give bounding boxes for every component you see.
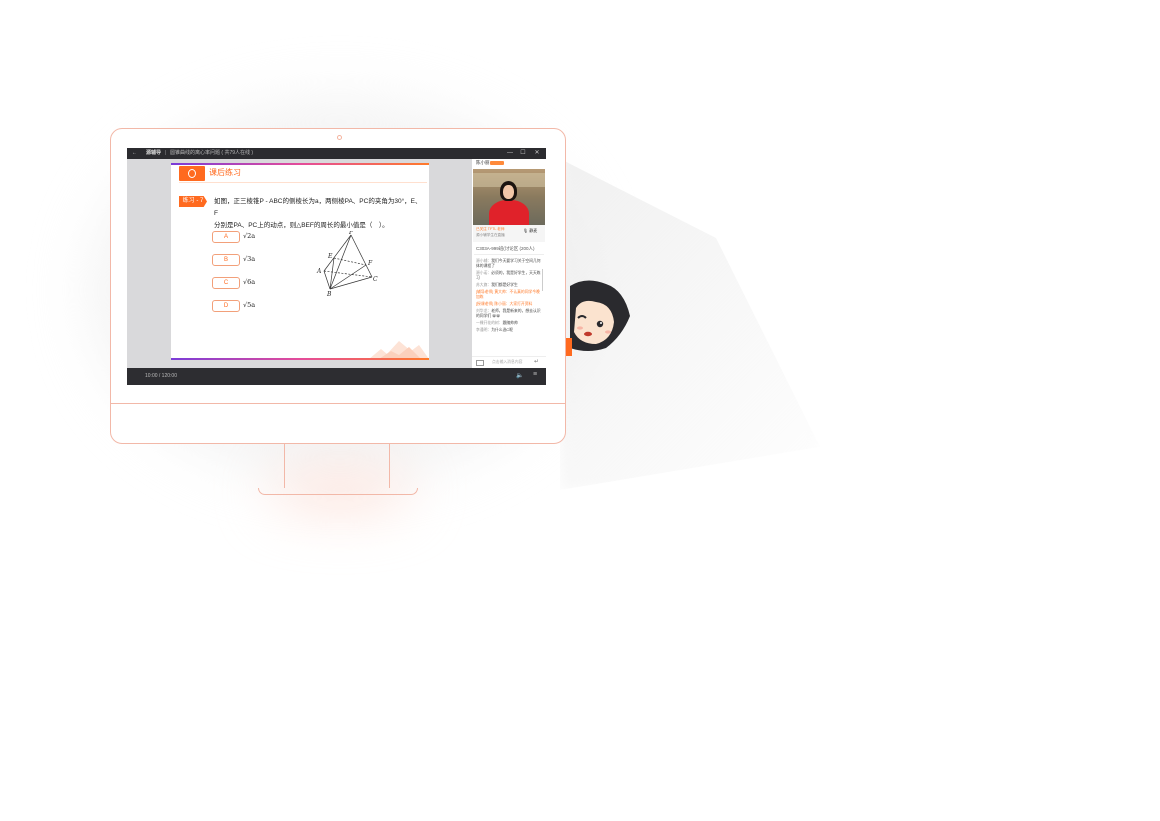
chat-user: [辅导老师] 黄大帅： bbox=[476, 290, 510, 294]
slide-top-accent bbox=[171, 163, 429, 165]
mic-button[interactable]: 🎙 静麦 bbox=[523, 228, 537, 234]
course-logo-icon bbox=[179, 166, 205, 181]
chat-message: 源小辅：我们今天要学习关于空间几何体的课程了 bbox=[476, 259, 542, 269]
label-b: B bbox=[326, 291, 332, 297]
image-icon[interactable] bbox=[476, 360, 484, 366]
slide-bottom-accent bbox=[171, 358, 429, 360]
chat-list: 源小辅：我们今天要学习关于空间几何体的课程了 源小诺：必须的，我是好学生，天天练… bbox=[476, 259, 542, 335]
chat-message: 一棵开花的树：跟随帅帅 bbox=[476, 321, 542, 326]
webcam-icon bbox=[337, 135, 342, 140]
option-d-button[interactable]: D bbox=[212, 300, 240, 312]
chat-input[interactable]: 点击输入消息内容 bbox=[492, 360, 522, 365]
live-sidebar: 陈小丽 已关注 TFTL 老师 源小辅学生在直播 🎙 静麦 C303A-999班… bbox=[472, 159, 546, 368]
chat-text: 跟随帅帅 bbox=[502, 321, 518, 325]
mascot-character bbox=[566, 280, 630, 356]
section-title: 课后练习 bbox=[209, 168, 241, 177]
chat-user: 苏大旗： bbox=[476, 283, 492, 287]
slide: 课后练习 练习 - 7 如图，正三棱锥P - ABC的侧棱长为a，两侧棱PA、P… bbox=[171, 163, 429, 360]
player-controls: 10:00 / 120:00 🔈 ≡ bbox=[127, 368, 546, 385]
monitor-stand-neck bbox=[284, 444, 390, 488]
title-bar: ← 源辅导 | 圆锥曲线的离心率问题 ( 共79人在线 ) — ☐ ✕ bbox=[127, 148, 546, 159]
teacher-body bbox=[489, 200, 529, 225]
courseware-stage: 课后练习 练习 - 7 如图，正三棱锥P - ABC的侧棱长为a，两侧棱PA、P… bbox=[127, 159, 472, 368]
chat-message: [辅导老师] 黄大帅：不认真的同学今晚加练 bbox=[476, 290, 542, 300]
option-a-button[interactable]: A bbox=[212, 231, 240, 243]
label-p: P bbox=[348, 231, 354, 236]
option-c-button[interactable]: C bbox=[212, 277, 240, 289]
chat-text: 为什么选C呢 bbox=[491, 328, 513, 332]
chat-message: 刘华龙：老师，我是新来的，想去认识的同学们 😀😀 bbox=[476, 309, 542, 319]
app-name: 源辅导 bbox=[146, 150, 162, 156]
app-window: ← 源辅导 | 圆锥曲线的离心率问题 ( 共79人在线 ) — ☐ ✕ 课后练习… bbox=[127, 148, 546, 385]
mic-icon: 🎙 bbox=[523, 228, 529, 233]
chat-user: [授课老师] 陈小丽： bbox=[476, 302, 510, 306]
teacher-badge bbox=[490, 161, 504, 165]
mic-label: 静麦 bbox=[529, 228, 538, 233]
chat-message: 李通明：为什么选C呢 bbox=[476, 328, 542, 333]
course-title: 圆锥曲线的离心率问题 ( 共79人在线 ) bbox=[170, 150, 254, 156]
chat-scrollbar[interactable] bbox=[542, 269, 543, 291]
question-text: 如图，正三棱锥P - ABC的侧棱长为a，两侧棱PA、PC的夹角为30°，E、F… bbox=[214, 196, 424, 232]
decorative-mountains bbox=[369, 341, 429, 359]
chat-message: [授课老师] 陈小丽：大家打开资料 bbox=[476, 302, 542, 307]
close-button[interactable]: ✕ bbox=[531, 148, 543, 159]
label-e: E bbox=[327, 253, 333, 260]
chat-divider bbox=[474, 254, 544, 255]
label-a: A bbox=[316, 268, 322, 275]
chat-user: 李通明： bbox=[476, 328, 492, 332]
teacher-name: 陈小丽 bbox=[476, 160, 490, 165]
chat-user: 源小辅： bbox=[476, 259, 492, 263]
minimize-button[interactable]: — bbox=[504, 148, 516, 159]
chat-text: 我们都是好学生 bbox=[491, 283, 518, 287]
option-b-button[interactable]: B bbox=[212, 254, 240, 266]
playback-time: 10:00 / 120:00 bbox=[145, 373, 177, 379]
teacher-sub-info: 源小辅学生在直播 bbox=[476, 233, 505, 237]
label-c: C bbox=[373, 276, 378, 283]
chat-user: 一棵开花的树： bbox=[476, 321, 503, 325]
room-info: C303A-999班(讨论区 (200人) bbox=[476, 246, 535, 251]
question-line-1: 如图，正三棱锥P - ABC的侧棱长为a，两侧棱PA、PC的夹角为30°，E、F bbox=[214, 198, 422, 217]
teacher-info-bar: 已关注 TFTL 老师 源小辅学生在直播 🎙 静麦 bbox=[473, 225, 545, 242]
menu-icon[interactable]: ≡ bbox=[533, 371, 537, 378]
send-icon[interactable]: ↵ bbox=[534, 358, 539, 365]
label-f: F bbox=[367, 260, 373, 267]
monitor-chin bbox=[111, 403, 565, 404]
chat-user: 源小诺： bbox=[476, 271, 492, 275]
teacher-video bbox=[473, 169, 545, 225]
maximize-button[interactable]: ☐ bbox=[517, 148, 529, 159]
chat-message: 苏大旗：我们都是好学生 bbox=[476, 283, 542, 288]
teacher-follow-info: 已关注 TFTL 老师 bbox=[476, 227, 505, 231]
chat-message: 源小诺：必须的，我是好学生，天天练习 bbox=[476, 271, 542, 281]
title-divider bbox=[179, 182, 427, 183]
pyramid-figure: P A B C E F bbox=[316, 231, 378, 297]
option-d-value: √5a bbox=[243, 301, 256, 309]
chat-text: 大家打开资料 bbox=[509, 302, 533, 306]
option-a-value: √2a bbox=[243, 232, 256, 240]
option-b-value: √3a bbox=[243, 255, 256, 263]
title-separator: | bbox=[165, 150, 167, 156]
teacher-face bbox=[503, 185, 514, 199]
back-arrow-icon[interactable]: ← bbox=[132, 148, 137, 159]
monitor-stand-base bbox=[258, 488, 418, 495]
volume-icon[interactable]: 🔈 bbox=[516, 372, 523, 379]
chat-user: 刘华龙： bbox=[476, 309, 492, 313]
question-tag: 练习 - 7 bbox=[179, 196, 207, 207]
option-c-value: √6a bbox=[243, 278, 256, 286]
